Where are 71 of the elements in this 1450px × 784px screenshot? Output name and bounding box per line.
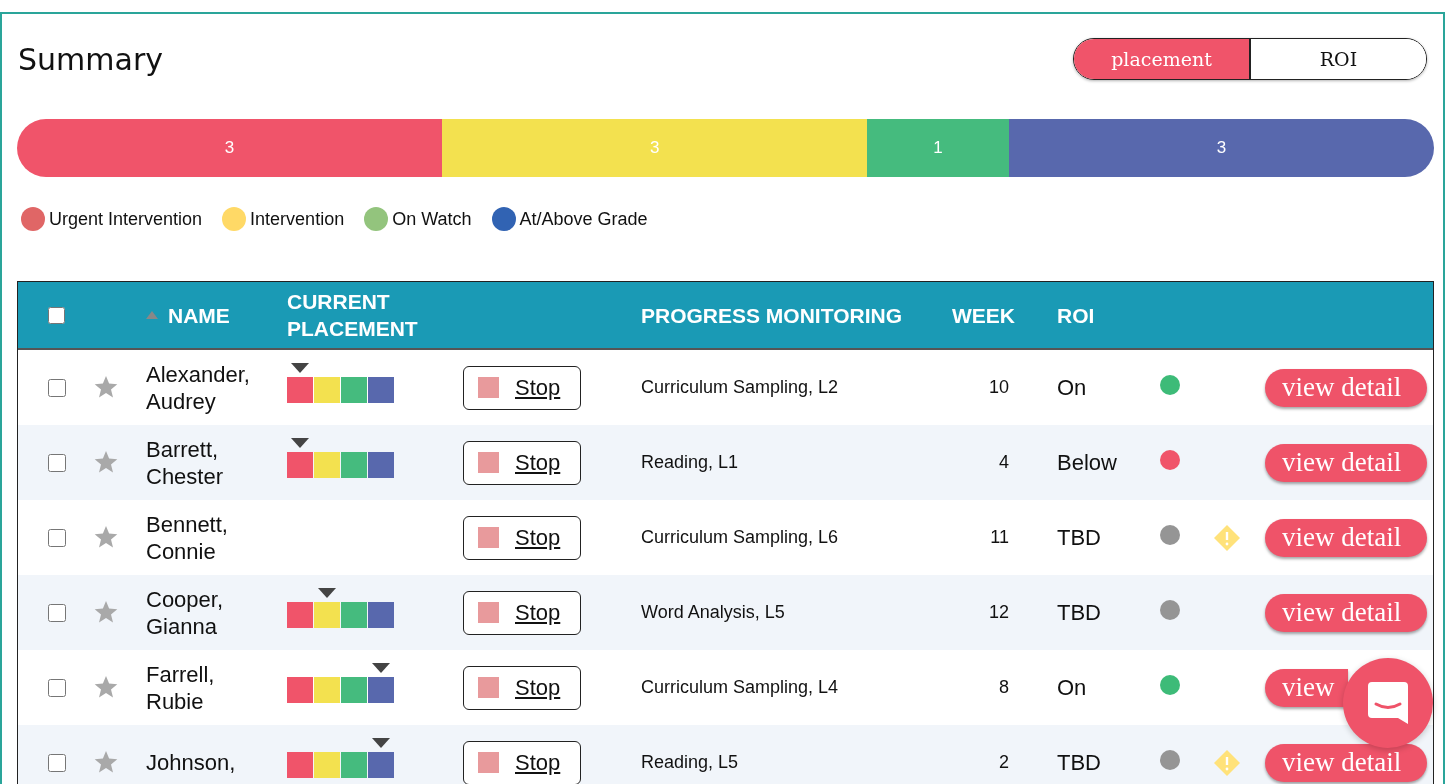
star-icon[interactable] — [94, 376, 118, 399]
roi-status: TBD — [1057, 524, 1102, 551]
panel-title: Summary — [17, 41, 163, 77]
week-number: 4 — [998, 452, 1010, 473]
placement-square — [287, 376, 313, 403]
row-checkbox[interactable] — [48, 378, 66, 397]
student-name: Johnson, — [146, 749, 237, 776]
week-number: 11 — [989, 527, 1010, 548]
progress-monitoring-text: Curriculum Sampling, L6 — [641, 527, 840, 548]
legend-label: Urgent Intervention — [49, 208, 203, 230]
column-header[interactable]: NAME — [168, 301, 230, 329]
progress-monitoring-text: Reading, L5 — [641, 752, 740, 773]
chat-icon — [1366, 680, 1410, 726]
view-tab[interactable]: placement — [1074, 39, 1251, 79]
stop-button[interactable]: Stop — [463, 515, 581, 560]
roi-status: TBD — [1057, 599, 1102, 626]
placement-square — [287, 451, 313, 478]
view-tab[interactable]: ROI — [1251, 39, 1426, 79]
view-detail-button[interactable]: view — [1265, 668, 1348, 707]
star-icon[interactable] — [94, 601, 118, 624]
bar-segment: 3 — [17, 119, 443, 177]
column-header[interactable]: ROI — [1057, 301, 1160, 329]
student-name: Bennett, Connie — [146, 510, 229, 565]
row-checkbox[interactable] — [48, 453, 66, 472]
view-detail-button[interactable]: view detail — [1265, 518, 1427, 557]
placement-square — [368, 676, 394, 703]
view-detail-button[interactable]: view detail — [1265, 593, 1427, 632]
week-number: 10 — [987, 377, 1010, 398]
stop-button[interactable]: Stop — [463, 440, 581, 485]
column-header[interactable]: CURRENT PLACEMENT — [287, 288, 437, 342]
stop-button[interactable]: Stop — [463, 740, 581, 784]
row-checkbox[interactable] — [48, 528, 66, 547]
row-checkbox[interactable] — [48, 753, 66, 772]
select-all-checkbox[interactable] — [48, 306, 65, 324]
stop-button[interactable]: Stop — [463, 590, 581, 635]
view-detail-button[interactable]: view detail — [1265, 743, 1427, 782]
row-checkbox[interactable] — [48, 678, 66, 697]
legend-label: On Watch — [392, 208, 472, 230]
progress-monitoring-text: Reading, L1 — [641, 452, 740, 473]
student-name: Barrett, Chester — [146, 435, 225, 490]
progress-monitoring-text: Curriculum Sampling, L4 — [641, 677, 840, 698]
roi-status: Below — [1057, 449, 1118, 476]
week-number: 8 — [998, 677, 1010, 698]
stop-button[interactable]: Stop — [463, 665, 581, 710]
bar-segment: 3 — [1008, 119, 1434, 177]
row-checkbox[interactable] — [48, 603, 66, 622]
placement-square — [368, 751, 394, 778]
star-icon[interactable] — [94, 676, 118, 699]
star-icon[interactable] — [94, 526, 118, 549]
week-number: 2 — [998, 752, 1010, 773]
student-name: Alexander, Audrey — [146, 360, 251, 415]
view-detail-button[interactable]: view detail — [1265, 443, 1427, 482]
student-name: Cooper, Gianna — [146, 585, 225, 640]
roi-status: On — [1057, 374, 1088, 401]
roi-status: On — [1057, 674, 1088, 701]
roi-status: TBD — [1057, 749, 1102, 776]
star-icon[interactable] — [94, 751, 118, 774]
legend-label: At/Above Grade — [519, 208, 648, 230]
star-icon[interactable] — [94, 451, 118, 474]
column-header[interactable]: WEEK — [940, 301, 1057, 329]
student-name: Farrell, Rubie — [146, 660, 216, 715]
progress-monitoring-text: Curriculum Sampling, L2 — [641, 377, 840, 398]
bar-segment: 3 — [442, 119, 868, 177]
column-header[interactable]: PROGRESS MONITORING — [641, 301, 940, 329]
stop-button[interactable]: Stop — [463, 365, 581, 410]
view-detail-button[interactable]: view detail — [1265, 368, 1427, 407]
week-number: 12 — [987, 602, 1010, 623]
legend-label: Intervention — [250, 208, 345, 230]
placement-square — [314, 601, 340, 628]
progress-monitoring-text: Word Analysis, L5 — [641, 602, 786, 623]
bar-segment: 1 — [867, 119, 1009, 177]
